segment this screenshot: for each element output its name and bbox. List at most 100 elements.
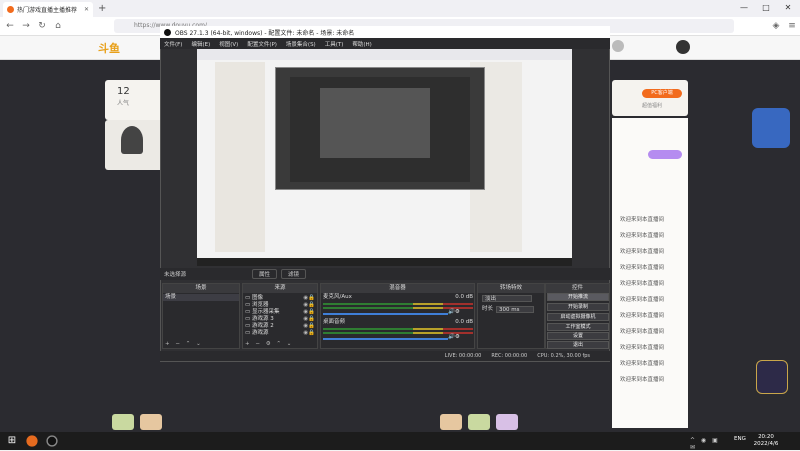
- tray-icons[interactable]: ^ ◉ ▣ ✉: [690, 437, 730, 451]
- firefox-icon[interactable]: [26, 435, 38, 447]
- menu-icon[interactable]: ≡: [786, 20, 798, 32]
- audio-meter: [323, 328, 473, 330]
- cpu-fps: CPU: 0.2%, 30.00 fps: [537, 353, 590, 359]
- maximize-button[interactable]: □: [755, 1, 777, 15]
- source-item[interactable]: ▭ 图像 ◉🔒: [245, 295, 317, 302]
- chat-message-text: 欢迎来到本直播间: [620, 345, 665, 351]
- chat-message: 欢迎来到本直播间: [620, 359, 664, 368]
- obs-status-bar: LIVE: 00:00:00 REC: 00:00:00 CPU: 0.2%, …: [160, 351, 610, 361]
- chat-message: 欢迎来到本直播间: [620, 295, 664, 304]
- source-type-icon: ▭: [245, 330, 252, 336]
- source-item[interactable]: ▭ 游戏源 3 ◉🔒: [245, 316, 317, 323]
- duration-input[interactable]: 300 ms: [496, 306, 534, 313]
- gift-item[interactable]: [140, 414, 162, 430]
- left-count: 12: [117, 86, 130, 97]
- obs-taskbar-icon[interactable]: [46, 435, 58, 447]
- preview-browser-bar: [197, 49, 572, 60]
- scene-controls[interactable]: + − ⌃ ⌄: [165, 341, 225, 348]
- mute-speaker-icon[interactable]: 🔊⚙: [448, 309, 472, 316]
- promo-mascot[interactable]: [752, 108, 790, 148]
- visibility-lock-icon[interactable]: ◉🔒: [303, 330, 315, 337]
- source-type-icon: ▭: [245, 323, 252, 329]
- source-item[interactable]: ▭ 游戏源 ◉🔒: [245, 330, 317, 337]
- obs-menu-item[interactable]: 帮助(H): [352, 40, 371, 48]
- chat-message-text: 欢迎来到本直播间: [620, 329, 665, 335]
- tab-close-icon[interactable]: ✕: [84, 6, 89, 13]
- volume-slider[interactable]: [323, 338, 448, 340]
- studio-mode-button[interactable]: 工作室模式: [547, 323, 609, 331]
- taskbar-clock[interactable]: 20:20 2022/4/6: [746, 434, 786, 449]
- obs-menu-item[interactable]: 文件(F): [164, 40, 182, 48]
- start-recording-button[interactable]: 开始录制: [547, 303, 609, 311]
- scene-item[interactable]: 场景: [163, 294, 239, 301]
- chat-message-text: 欢迎来到本直播间: [620, 313, 665, 319]
- notification-icon[interactable]: [612, 40, 624, 52]
- volume-slider[interactable]: [323, 313, 448, 315]
- source-item[interactable]: ▭ 浏览器 ◉🔒: [245, 302, 317, 309]
- close-window-button[interactable]: ✕: [777, 1, 799, 15]
- pc-client-button[interactable]: PC客户端: [642, 89, 682, 98]
- visibility-lock-icon[interactable]: ◉🔒: [303, 323, 315, 330]
- forward-icon[interactable]: →: [20, 20, 32, 32]
- chat-message-text: 欢迎来到本直播间: [620, 281, 665, 287]
- mixer-track-name: 桌面音频: [323, 319, 346, 325]
- streamer-card[interactable]: [105, 120, 163, 170]
- gift-item[interactable]: [468, 414, 490, 430]
- source-item[interactable]: ▭ 游戏源 2 ◉🔒: [245, 323, 317, 330]
- chat-message: 欢迎来到本直播间: [620, 343, 664, 352]
- chat-message-text: 欢迎来到本直播间: [620, 217, 665, 223]
- obs-menu-item[interactable]: 场景集合(S): [286, 40, 316, 48]
- mute-speaker-icon[interactable]: 🔊⚙: [448, 334, 472, 341]
- preview-nested-obs-3: [320, 88, 430, 158]
- gift-item[interactable]: [440, 414, 462, 430]
- sources-dock: 来源 ▭ 图像 ◉🔒 ▭ 浏览器 ◉🔒 ▭ 显示器采集 ◉🔒 ▭ 游戏源 3 ◉🔒 ▭ 游戏源 …: [242, 283, 318, 349]
- chat-message: 欢迎来到本直播间: [620, 375, 664, 384]
- exit-button[interactable]: 退出: [547, 341, 609, 349]
- new-tab-button[interactable]: +: [98, 3, 108, 14]
- windows-start-icon[interactable]: ⊞: [4, 433, 20, 449]
- visibility-lock-icon[interactable]: ◉🔒: [303, 309, 315, 316]
- tab-title: 热门游戏直播主播推荐: [17, 7, 78, 14]
- sources-title: 来源: [243, 284, 317, 293]
- filters-button[interactable]: 滤镜: [281, 269, 307, 279]
- chat-message: 欢迎来到本直播间: [620, 247, 664, 256]
- transition-select[interactable]: 淡出: [482, 295, 532, 302]
- chat-message: 欢迎来到本直播间: [620, 231, 664, 240]
- chat-message: 欢迎来到本直播间: [620, 279, 664, 288]
- minimize-button[interactable]: —: [733, 1, 755, 15]
- preview-left-panel: [215, 62, 265, 252]
- controls-title: 控件: [546, 284, 609, 293]
- home-icon[interactable]: ⌂: [52, 20, 64, 32]
- rec-timer: REC: 00:00:00: [491, 353, 528, 359]
- chat-badge[interactable]: [648, 150, 682, 159]
- obs-menu-item[interactable]: 视图(V): [219, 40, 238, 48]
- event-badge[interactable]: [756, 360, 788, 394]
- chat-message-text: 欢迎来到本直播间: [620, 297, 665, 303]
- obs-menu-item[interactable]: 编辑(E): [191, 40, 210, 48]
- properties-button[interactable]: 属性: [252, 269, 278, 279]
- obs-menu-item[interactable]: 配置文件(P): [247, 40, 277, 48]
- visibility-lock-icon[interactable]: ◉🔒: [303, 302, 315, 309]
- source-item[interactable]: ▭ 显示器采集 ◉🔒: [245, 309, 317, 316]
- no-source-label: 未选择源: [164, 272, 187, 278]
- obs-menu-item[interactable]: 工具(T): [325, 40, 344, 48]
- reload-icon[interactable]: ↻: [36, 20, 48, 32]
- site-favicon-icon: [7, 6, 14, 13]
- chat-message: 欢迎来到本直播间: [620, 327, 664, 336]
- audio-meter: [323, 303, 473, 305]
- source-type-icon: ▭: [245, 302, 252, 308]
- site-logo[interactable]: 斗鱼: [98, 40, 132, 55]
- visibility-lock-icon[interactable]: ◉🔒: [303, 295, 315, 302]
- gift-item[interactable]: [496, 414, 518, 430]
- start-streaming-button[interactable]: 开始推流: [547, 293, 609, 301]
- avatar[interactable]: [676, 40, 690, 54]
- settings-button[interactable]: 设置: [547, 332, 609, 340]
- scenes-title: 场景: [163, 284, 239, 293]
- shield-icon[interactable]: ◈: [770, 20, 782, 32]
- virtual-camera-button[interactable]: 启动虚拟摄像机: [547, 313, 609, 321]
- visibility-lock-icon[interactable]: ◉🔒: [303, 316, 315, 323]
- back-icon[interactable]: ←: [4, 20, 16, 32]
- gift-item[interactable]: [112, 414, 134, 430]
- browser-tab[interactable]: 热门游戏直播主播推荐 ✕: [3, 2, 93, 17]
- source-controls[interactable]: + − ⚙ ⌃ ⌄: [245, 341, 315, 348]
